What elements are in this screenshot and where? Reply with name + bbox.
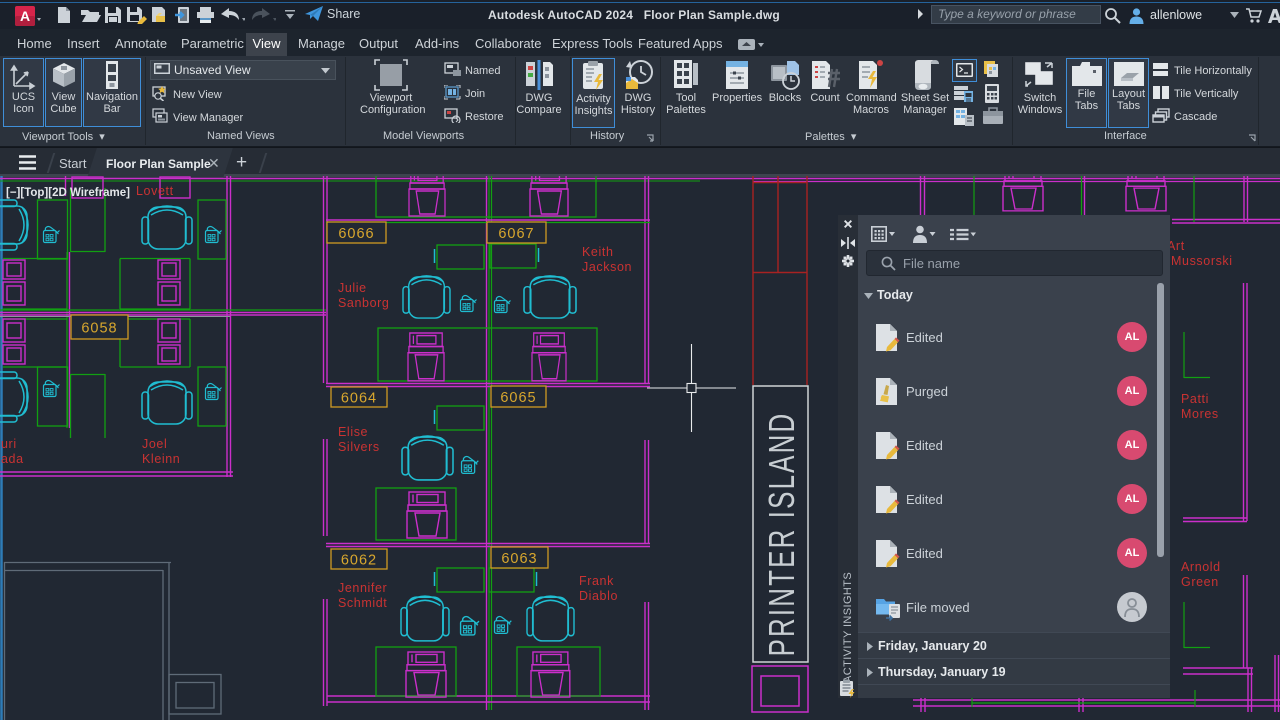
svg-text:6065: 6065 [500, 390, 536, 406]
svg-text:6062: 6062 [341, 553, 377, 569]
svg-text:Mores: Mores [1181, 407, 1219, 421]
svg-text:Elise: Elise [338, 425, 368, 439]
svg-text:PRINTER ISLAND: PRINTER ISLAND [762, 412, 802, 657]
svg-text:Jackson: Jackson [582, 260, 632, 274]
svg-text:6066: 6066 [338, 226, 374, 242]
svg-text:[−][Top][2D Wireframe]: [−][Top][2D Wireframe] [6, 187, 130, 199]
svg-text:Schmidt: Schmidt [338, 596, 387, 610]
svg-text:Arnold: Arnold [1181, 560, 1221, 574]
svg-text:Frank: Frank [579, 574, 614, 588]
svg-text:Patti: Patti [1181, 392, 1209, 406]
svg-text:Green: Green [1181, 575, 1219, 589]
svg-text:6058: 6058 [81, 321, 117, 337]
svg-text:6067: 6067 [498, 226, 534, 242]
svg-text:6064: 6064 [341, 391, 377, 407]
svg-text:uri: uri [1, 437, 17, 451]
svg-text:Jennifer: Jennifer [338, 581, 387, 595]
svg-text:6063: 6063 [501, 551, 537, 567]
svg-text:Kleinn: Kleinn [142, 452, 180, 466]
svg-text:Julie: Julie [338, 281, 367, 295]
svg-text:Silvers: Silvers [338, 440, 380, 454]
svg-text:Keith: Keith [582, 245, 614, 259]
svg-text:Diablo: Diablo [579, 589, 618, 603]
svg-text:ada: ada [1, 452, 24, 466]
svg-text:Joel: Joel [142, 437, 167, 451]
svg-text:Lovett: Lovett [136, 184, 174, 198]
svg-text:Mussorski: Mussorski [1171, 254, 1233, 268]
svg-text:Sanborg: Sanborg [338, 296, 389, 310]
